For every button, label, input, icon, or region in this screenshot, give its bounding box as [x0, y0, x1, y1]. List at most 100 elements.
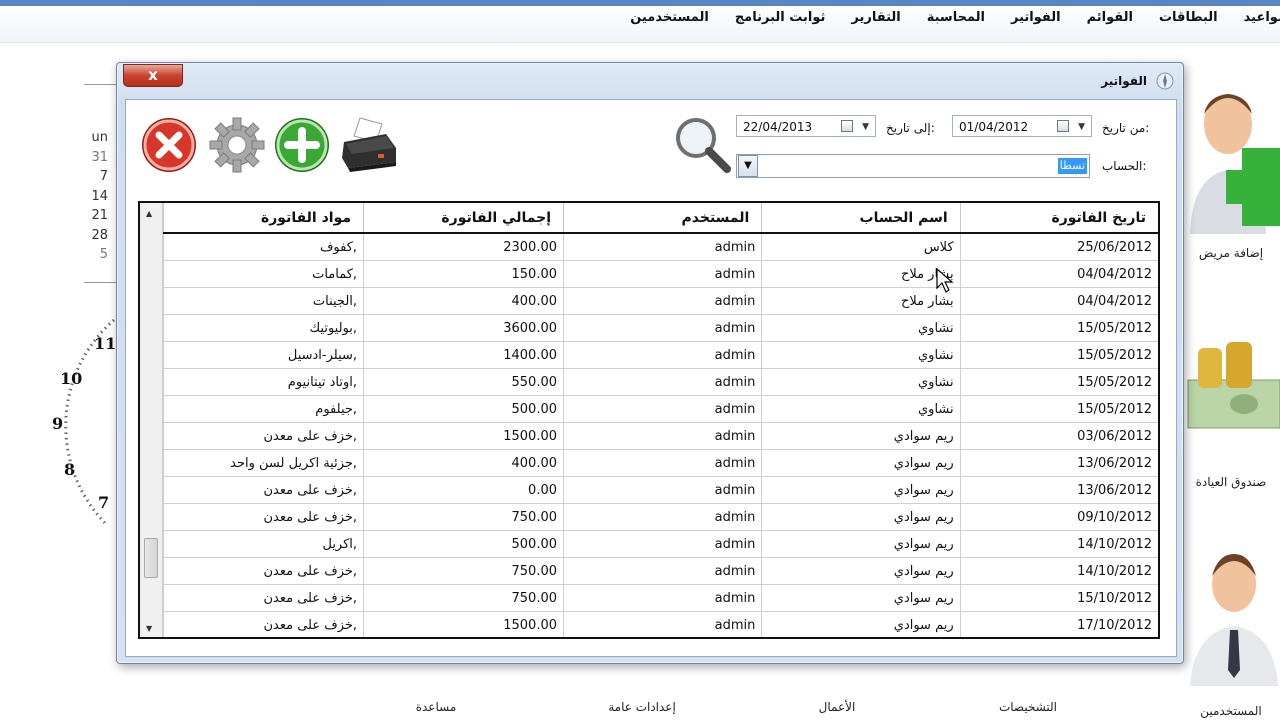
cell-user[interactable]: admin [562, 260, 762, 288]
table-row[interactable]: 25/06/2012 كلاس admin 2300.00 ,كفوف [162, 233, 1158, 261]
general-settings-label[interactable]: إعدادات عامة [600, 700, 684, 714]
cell-invoice-date[interactable]: 15/05/2012 [959, 314, 1158, 342]
cell-invoice-materials[interactable]: ,خزف على معدن [162, 611, 364, 637]
cell-invoice-total[interactable]: 3600.00 [363, 314, 564, 342]
cell-invoice-date[interactable]: 14/10/2012 [959, 557, 1158, 585]
window-close-button[interactable]: x [123, 64, 183, 87]
clinic-box-label[interactable]: صندوق العيادة [1182, 475, 1280, 489]
cell-invoice-date[interactable]: 04/04/2012 [959, 287, 1158, 315]
cell-invoice-total[interactable]: 750.00 [363, 503, 564, 531]
cell-invoice-total[interactable]: 750.00 [363, 584, 564, 612]
cell-account-name[interactable]: ريم سوادي [761, 584, 961, 612]
cell-account-name[interactable]: ريم سوادي [761, 611, 961, 637]
users-label[interactable]: المستخدمين [1182, 704, 1280, 718]
add-patient-label[interactable]: إضافة مريض [1182, 246, 1280, 260]
cell-user[interactable]: admin [562, 449, 762, 477]
cell-invoice-materials[interactable]: ,بوليوتيك [162, 314, 364, 342]
cell-invoice-total[interactable]: 750.00 [363, 557, 564, 585]
calendar-icon[interactable] [1057, 120, 1069, 132]
column-header-account[interactable]: اسم الحساب [761, 203, 961, 234]
table-row[interactable]: 09/10/2012 ريم سوادي admin 750.00 ,خزف على م… [162, 503, 1158, 531]
calendar-day[interactable]: 7 [78, 167, 108, 187]
menu-item-invoices[interactable]: الفواتير [1011, 10, 1061, 25]
table-row[interactable]: 17/10/2012 ريم سوادي admin 1500.00 ,خزف على … [162, 611, 1158, 637]
chevron-down-icon[interactable]: ▼ [738, 155, 758, 177]
cell-invoice-total[interactable]: 400.00 [363, 287, 564, 315]
cell-account-name[interactable]: ريم سوادي [761, 503, 961, 531]
cell-account-name[interactable]: بشار ملاح [761, 260, 961, 288]
cell-invoice-materials[interactable]: ,كمامات [162, 260, 364, 288]
cell-account-name[interactable]: ريم سوادي [761, 557, 961, 585]
cell-invoice-total[interactable]: 2300.00 [363, 233, 564, 261]
cell-invoice-date[interactable]: 15/05/2012 [959, 341, 1158, 369]
cell-invoice-date[interactable]: 09/10/2012 [959, 503, 1158, 531]
cell-invoice-total[interactable]: 1500.00 [363, 611, 564, 637]
cell-user[interactable]: admin [562, 314, 762, 342]
cell-invoice-materials[interactable]: ,خزف على معدن [162, 422, 364, 450]
table-row[interactable]: 15/05/2012 نشاوي admin 550.00 ,اوتاد تيتانيو… [162, 368, 1158, 396]
table-row[interactable]: 13/06/2012 ريم سوادي admin 0.00 ,خزف على معد… [162, 476, 1158, 504]
cell-invoice-date[interactable]: 14/10/2012 [959, 530, 1158, 558]
vertical-scrollbar[interactable]: ▲ ▼ [140, 203, 163, 637]
works-label[interactable]: الأعمال [812, 700, 862, 714]
calendar-icon[interactable] [841, 120, 853, 132]
menu-item-appointments[interactable]: مواعيد [1244, 10, 1280, 25]
table-row[interactable]: 04/04/2012 بشار ملاح admin 400.00 ,الجينات [162, 287, 1158, 315]
cell-invoice-date[interactable]: 17/10/2012 [959, 611, 1158, 637]
table-row[interactable]: 15/05/2012 نشاوي admin 3600.00 ,بوليوتيك [162, 314, 1158, 342]
add-icon[interactable] [273, 116, 331, 174]
cell-invoice-total[interactable]: 400.00 [363, 449, 564, 477]
cell-user[interactable]: admin [562, 611, 762, 637]
column-header-total[interactable]: إجمالي الفاتورة [363, 203, 564, 234]
close-circle-icon[interactable] [140, 116, 198, 174]
menu-item-settings[interactable]: ثوابت البرنامج [735, 10, 826, 25]
cell-invoice-date[interactable]: 13/06/2012 [959, 476, 1158, 504]
cell-account-name[interactable]: نشاوي [761, 314, 961, 342]
cell-account-name[interactable]: بشار ملاح [761, 287, 961, 315]
cell-invoice-date[interactable]: 15/05/2012 [959, 395, 1158, 423]
table-row[interactable]: 13/06/2012 ريم سوادي admin 400.00 ,جزئية اكر… [162, 449, 1158, 477]
cell-user[interactable]: admin [562, 341, 762, 369]
cell-user[interactable]: admin [562, 233, 762, 261]
cell-user[interactable]: admin [562, 476, 762, 504]
table-row[interactable]: 04/04/2012 بشار ملاح admin 150.00 ,كمامات [162, 260, 1158, 288]
account-combobox[interactable]: تسطا [736, 154, 1090, 178]
scroll-down-icon[interactable]: ▼ [146, 624, 152, 633]
cell-invoice-materials[interactable]: ,جزئية اكريل لسن واحد [162, 449, 364, 477]
calendar-day[interactable]: 5 [78, 245, 108, 265]
cell-user[interactable]: admin [562, 530, 762, 558]
diagnoses-label[interactable]: التشخيصات [990, 700, 1066, 714]
column-header-date[interactable]: تاريخ الفاتورة [959, 203, 1158, 234]
cell-account-name[interactable]: ريم سوادي [761, 476, 961, 504]
menu-item-reports[interactable]: التقارير [851, 10, 900, 25]
calendar-day[interactable]: 21 [78, 206, 108, 226]
table-row[interactable]: 15/05/2012 نشاوي admin 1400.00 ,سيلر-ادسيل [162, 341, 1158, 369]
calendar-day[interactable]: 31 [78, 148, 108, 168]
cell-invoice-materials[interactable]: ,جيلفوم [162, 395, 364, 423]
cell-invoice-materials[interactable]: ,خزف على معدن [162, 476, 364, 504]
column-header-user[interactable]: المستخدم [562, 203, 762, 234]
cell-invoice-total[interactable]: 500.00 [363, 395, 564, 423]
menu-item-cards[interactable]: البطاقات [1159, 10, 1218, 25]
cell-invoice-total[interactable]: 550.00 [363, 368, 564, 396]
cell-invoice-materials[interactable]: ,سيلر-ادسيل [162, 341, 364, 369]
to-date-picker[interactable]: 22/04/2013 ▼ [736, 115, 876, 137]
cell-account-name[interactable]: ريم سوادي [761, 422, 961, 450]
cell-account-name[interactable]: ريم سوادي [761, 449, 961, 477]
cell-account-name[interactable]: نشاوي [761, 368, 961, 396]
cell-invoice-materials[interactable]: ,خزف على معدن [162, 557, 364, 585]
cell-user[interactable]: admin [562, 368, 762, 396]
cell-user[interactable]: admin [562, 584, 762, 612]
chevron-down-icon[interactable]: ▼ [1078, 116, 1085, 138]
cell-invoice-total[interactable]: 1500.00 [363, 422, 564, 450]
cell-invoice-materials[interactable]: ,اكريل [162, 530, 364, 558]
cell-invoice-materials[interactable]: ,خزف على معدن [162, 584, 364, 612]
cell-invoice-total[interactable]: 150.00 [363, 260, 564, 288]
cell-invoice-materials[interactable]: ,كفوف [162, 233, 364, 261]
printer-icon[interactable] [338, 114, 400, 176]
cell-invoice-date[interactable]: 04/04/2012 [959, 260, 1158, 288]
cell-account-name[interactable]: نشاوي [761, 341, 961, 369]
menu-item-accounting[interactable]: المحاسبة [927, 10, 985, 25]
cell-user[interactable]: admin [562, 422, 762, 450]
cell-invoice-date[interactable]: 15/05/2012 [959, 368, 1158, 396]
